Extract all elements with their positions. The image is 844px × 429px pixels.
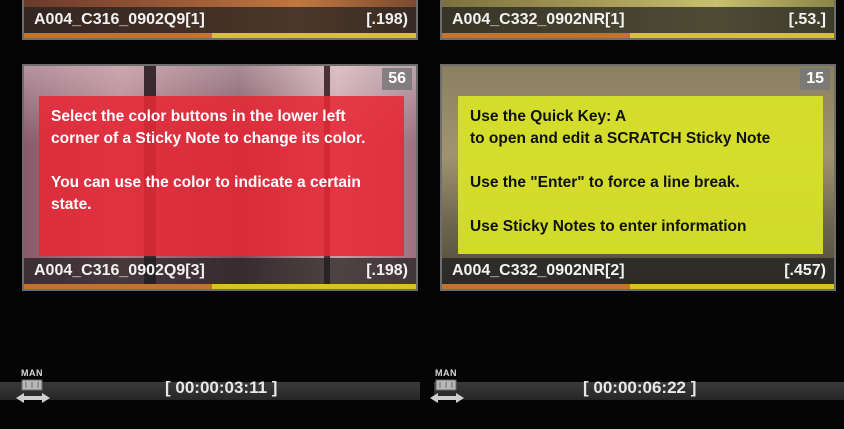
clip-top-left[interactable]: A004_C316_0902Q9[1] [.198) <box>22 0 418 40</box>
clip-top-right[interactable]: A004_C332_0902NR[1] [.53.] <box>440 0 836 40</box>
clip-number-badge: 15 <box>800 68 830 90</box>
clip-red-sticky[interactable]: 56 Select the color buttons in the lower… <box>22 64 418 291</box>
timecode-right: [ 00:00:06:22 ] <box>583 378 697 397</box>
clip-name: A004_C332_0902NR[1] <box>452 11 625 28</box>
clip-name: A004_C316_0902Q9[3] <box>34 262 205 279</box>
clip-number-badge: 56 <box>382 68 412 90</box>
clip-value: [.198) <box>366 11 408 28</box>
clip-caption: A004_C332_0902NR[1] [.53.] <box>442 7 834 33</box>
clip-time-bar <box>24 33 416 38</box>
timeline-strip <box>0 382 844 400</box>
timecode-left: [ 00:00:03:11 ] <box>165 378 278 397</box>
clip-yellow-sticky[interactable]: 15 Use the Quick Key: A to open and edit… <box>440 64 836 291</box>
clip-value: [.53.] <box>788 11 826 28</box>
manual-mode-icon[interactable]: MAN <box>14 368 62 408</box>
sticky-note-red[interactable]: Select the color buttons in the lower le… <box>39 96 404 256</box>
manual-mode-icon[interactable]: MAN <box>428 368 476 408</box>
clip-name: A004_C316_0902Q9[1] <box>34 11 205 28</box>
sticky-note-yellow[interactable]: Use the Quick Key: A to open and edit a … <box>458 96 823 254</box>
clip-time-bar <box>442 284 834 289</box>
clip-name: A004_C332_0902NR[2] <box>452 262 625 279</box>
clip-time-bar <box>24 284 416 289</box>
clip-value: [.198) <box>366 262 408 279</box>
clip-caption: A004_C332_0902NR[2] [.457) <box>442 258 834 284</box>
clip-caption: A004_C316_0902Q9[3] [.198) <box>24 258 416 284</box>
clip-caption: A004_C316_0902Q9[1] [.198) <box>24 7 416 33</box>
clip-time-bar <box>442 33 834 38</box>
clip-value: [.457) <box>784 262 826 279</box>
